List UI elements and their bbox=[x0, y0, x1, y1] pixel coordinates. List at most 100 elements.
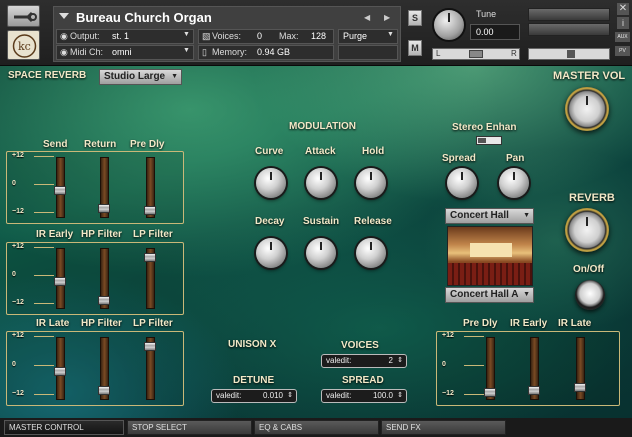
slider-handle[interactable] bbox=[528, 385, 540, 395]
mute-button[interactable]: M bbox=[408, 40, 422, 56]
stepper-arrows-icon[interactable]: ⇕ bbox=[287, 390, 293, 402]
tune-knob[interactable] bbox=[432, 8, 466, 42]
dropdown-arrow-icon: ▼ bbox=[523, 212, 530, 219]
scale-label-top: +12 bbox=[442, 332, 454, 340]
midi-field[interactable]: ◉ Midi Ch: omni ▼ bbox=[56, 45, 194, 60]
instrument-name[interactable]: Bureau Church Organ bbox=[76, 10, 212, 25]
tab-send-fx[interactable]: SEND FX bbox=[381, 420, 506, 435]
scale-label-bottom: −12 bbox=[12, 299, 24, 307]
wrench-icon[interactable] bbox=[7, 5, 40, 27]
voices-value: 0 bbox=[257, 31, 263, 41]
output-field[interactable]: ◉ Output: st. 1 ▼ bbox=[56, 29, 194, 44]
spread-knob[interactable] bbox=[447, 168, 477, 198]
slider-handle[interactable] bbox=[98, 203, 110, 213]
next-instrument-arrow[interactable]: ▶ bbox=[384, 13, 390, 22]
tab-stop-select[interactable]: STOP SELECT bbox=[127, 420, 252, 435]
detune-param-label: DETUNE bbox=[233, 375, 275, 386]
toggle-indicator bbox=[478, 138, 486, 143]
slider-handle[interactable] bbox=[98, 385, 110, 395]
memory-label: Memory: bbox=[212, 47, 248, 57]
slider-handle[interactable] bbox=[574, 382, 586, 392]
info-icon[interactable]: i bbox=[617, 17, 629, 29]
voices-valedit[interactable]: valedit: 2 ⇕ bbox=[321, 354, 407, 368]
output-label: Output: bbox=[70, 31, 100, 41]
collapse-arrow-icon[interactable] bbox=[59, 13, 69, 19]
slider-handle[interactable] bbox=[144, 342, 156, 352]
pv-button[interactable]: PV bbox=[615, 46, 630, 56]
instrument-info-panel: Bureau Church Organ ◀ ▶ ◉ Output: st. 1 … bbox=[53, 6, 401, 62]
panel4-label-ir-early: IR Early bbox=[510, 318, 548, 329]
reverb-label: REVERB bbox=[569, 192, 615, 204]
pan-handle[interactable] bbox=[469, 50, 483, 58]
scale-label-mid: 0 bbox=[12, 179, 16, 187]
tab-master-control[interactable]: MASTER CONTROL bbox=[4, 420, 124, 435]
release-knob[interactable] bbox=[356, 238, 386, 268]
slider-handle[interactable] bbox=[144, 253, 156, 263]
hall-preset-dropdown-bottom[interactable]: Concert Hall A ▼ bbox=[445, 287, 534, 303]
tab-eq-cabs[interactable]: EQ & CABS bbox=[254, 420, 379, 435]
ir-early-panel bbox=[6, 242, 184, 315]
memory-value: 0.94 GB bbox=[257, 47, 291, 57]
hall-seats bbox=[448, 263, 532, 285]
sustain-knob[interactable] bbox=[306, 238, 336, 268]
scale-tick-line bbox=[34, 336, 54, 338]
stepper-arrows-icon[interactable]: ⇕ bbox=[397, 355, 403, 367]
dropdown-arrow-icon: ▼ bbox=[183, 47, 190, 54]
panel1-label-return: Return bbox=[84, 139, 117, 150]
scale-label-mid: 0 bbox=[12, 270, 16, 278]
pan-slider[interactable]: L R bbox=[432, 48, 520, 60]
knob-label-attack: Attack bbox=[305, 146, 336, 157]
pan-knob[interactable] bbox=[499, 168, 529, 198]
slider-handle[interactable] bbox=[484, 388, 496, 398]
slider-handle[interactable] bbox=[98, 295, 110, 305]
master-volume-knob[interactable] bbox=[565, 87, 609, 131]
output-meter-left bbox=[528, 8, 610, 21]
decay-knob[interactable] bbox=[256, 238, 286, 268]
scale-label-bottom: −12 bbox=[12, 208, 24, 216]
scale-tick-line bbox=[34, 303, 54, 305]
hall-preset-top-value: Concert Hall bbox=[450, 210, 509, 221]
dropdown-arrow-icon: ▼ bbox=[183, 31, 190, 38]
stereo-enhance-label: Stereo Enhan bbox=[452, 122, 517, 133]
volume-handle[interactable] bbox=[567, 50, 575, 58]
instrument-window: kc Bureau Church Organ ◀ ▶ ◉ Output: st.… bbox=[0, 0, 632, 437]
knob-label-sustain: Sustain bbox=[303, 216, 340, 227]
hold-knob[interactable] bbox=[356, 168, 386, 198]
slider-handle[interactable] bbox=[54, 185, 66, 195]
midi-value: omni bbox=[112, 47, 132, 57]
dropdown-arrow-icon: ▼ bbox=[387, 31, 394, 38]
slider-handle[interactable] bbox=[54, 366, 66, 376]
aux-button[interactable]: AUX bbox=[615, 32, 630, 42]
voices-field: ▧ Voices: 0 Max: 128 bbox=[198, 29, 334, 44]
spread-valedit-prefix: valedit: bbox=[326, 391, 352, 400]
slider-handle[interactable] bbox=[54, 276, 66, 286]
reverb-onoff-button[interactable] bbox=[575, 280, 605, 310]
stepper-arrows-icon[interactable]: ⇕ bbox=[397, 390, 403, 402]
stereo-enhance-toggle[interactable] bbox=[476, 136, 502, 145]
scale-label-top: +12 bbox=[12, 243, 24, 251]
max-voices-value[interactable]: 128 bbox=[311, 31, 326, 41]
close-icon[interactable]: ✕ bbox=[617, 3, 629, 15]
space-reverb-preset-dropdown[interactable]: Studio Large ▼ bbox=[99, 69, 182, 85]
volume-slider[interactable] bbox=[528, 48, 610, 60]
pan-right-label: R bbox=[511, 49, 517, 58]
hall-preset-dropdown-top[interactable]: Concert Hall ▼ bbox=[445, 208, 534, 224]
prev-instrument-arrow[interactable]: ◀ bbox=[364, 13, 370, 22]
svg-text:kc: kc bbox=[18, 40, 31, 53]
spread-valedit[interactable]: valedit: 100.0 ⇕ bbox=[321, 389, 407, 403]
space-reverb-label: SPACE REVERB bbox=[8, 70, 87, 81]
curve-knob[interactable] bbox=[256, 168, 286, 198]
detune-valedit[interactable]: valedit: 0.010 ⇕ bbox=[211, 389, 297, 403]
scale-tick-line bbox=[34, 156, 54, 158]
scale-label-bottom: −12 bbox=[12, 390, 24, 397]
reverb-knob[interactable] bbox=[565, 208, 609, 252]
attack-knob[interactable] bbox=[306, 168, 336, 198]
slider-handle[interactable] bbox=[144, 206, 156, 216]
tune-value: 0.00 bbox=[476, 27, 494, 37]
tune-value-field[interactable]: 0.00 bbox=[470, 24, 520, 40]
tune-label: Tune bbox=[476, 9, 497, 19]
solo-button[interactable]: S bbox=[408, 10, 422, 26]
purge-button[interactable]: Purge ▼ bbox=[338, 29, 398, 44]
scale-label-bottom: −12 bbox=[442, 390, 454, 397]
panel3-label-ir-late: IR Late bbox=[36, 318, 70, 329]
